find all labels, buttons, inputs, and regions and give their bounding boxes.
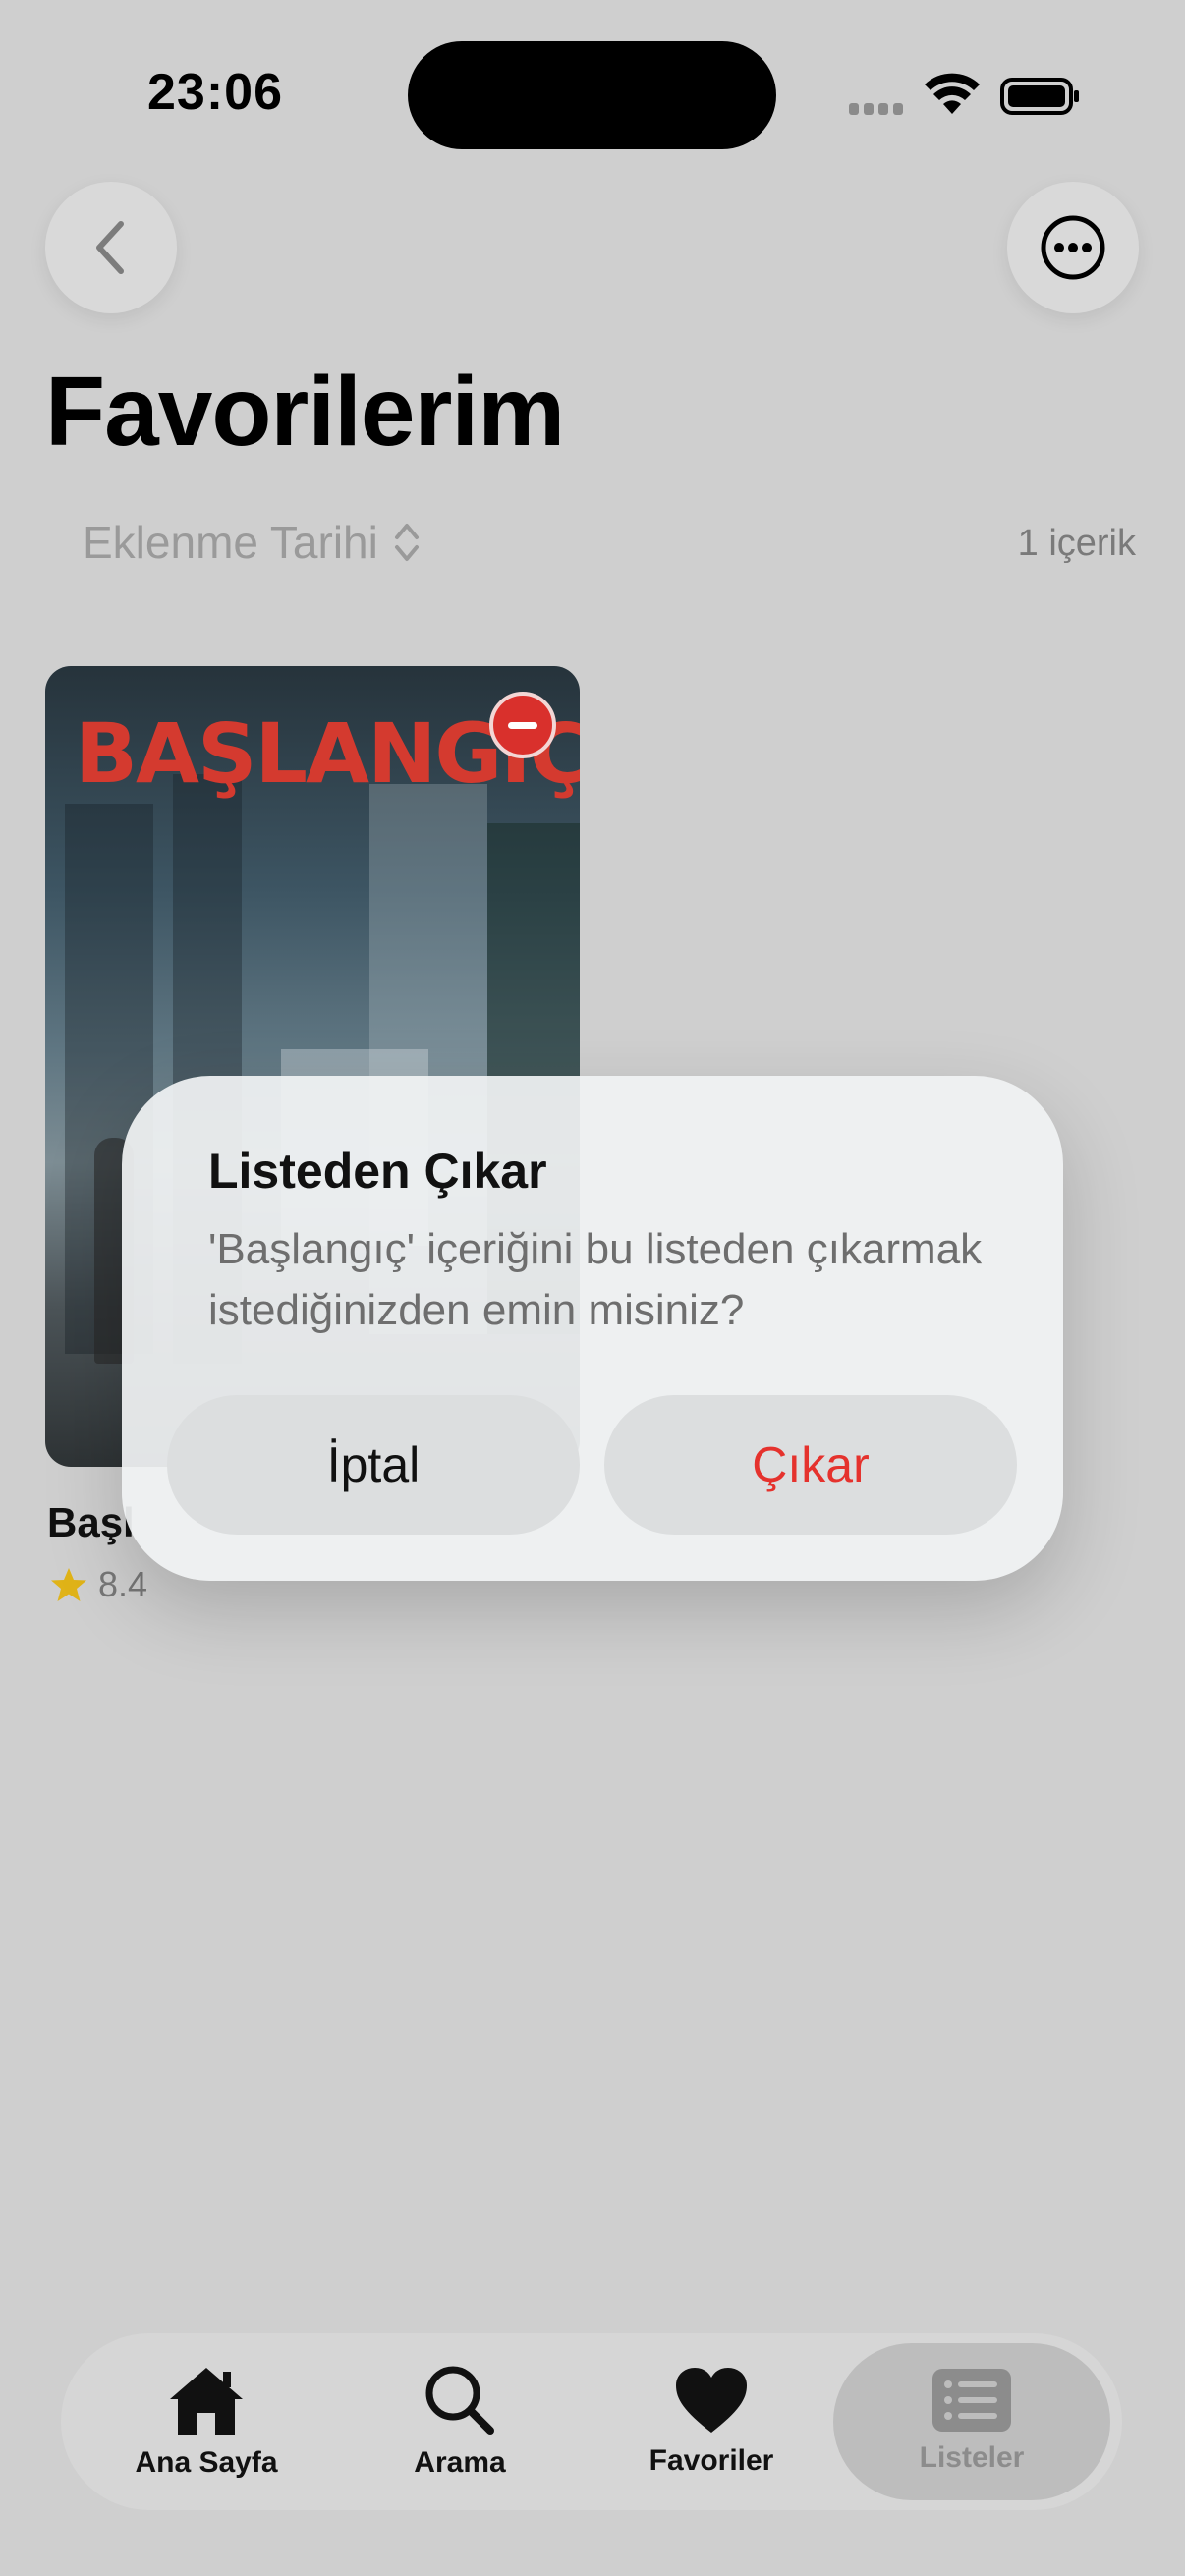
confirm-dialog: Listeden Çıkar 'Başlangıç' içeriğini bu … — [122, 1076, 1063, 1581]
cancel-button[interactable]: İptal — [167, 1395, 580, 1535]
tab-lists[interactable]: Listeler — [833, 2343, 1110, 2500]
ellipsis-circle-icon — [1041, 215, 1105, 280]
tab-search[interactable]: Arama — [334, 2333, 586, 2510]
search-icon — [425, 2366, 494, 2435]
tab-label: Listeler — [919, 2441, 1025, 2474]
rating-value: 8.4 — [98, 1564, 148, 1604]
battery-icon — [1000, 78, 1079, 115]
page-title: Favorilerim — [45, 357, 565, 467]
dialog-message: 'Başlangıç' içeriğini bu listeden çıkarm… — [208, 1225, 983, 1334]
tab-label: Favoriler — [649, 2444, 774, 2477]
sort-selector[interactable]: Eklenme Tarihi — [83, 516, 422, 569]
heart-icon — [676, 2368, 747, 2433]
tab-home[interactable]: Ana Sayfa — [81, 2333, 332, 2510]
status-time: 23:06 — [147, 64, 283, 121]
back-button[interactable] — [45, 182, 177, 313]
item-count: 1 içerik — [1017, 523, 1136, 564]
star-icon — [51, 1568, 86, 1601]
tab-label: Arama — [414, 2446, 506, 2479]
card-title: Başl — [47, 1499, 135, 1545]
tab-bar: Ana Sayfa Arama Favoriler Listeler — [61, 2333, 1122, 2510]
chevron-left-icon — [96, 221, 124, 274]
remove-button[interactable] — [489, 692, 556, 758]
dynamic-island — [408, 41, 776, 149]
more-options-button[interactable] — [1007, 182, 1139, 313]
rating: 8.4 — [49, 1564, 147, 1605]
wifi-icon — [925, 73, 980, 114]
sort-label: Eklenme Tarihi — [83, 517, 378, 568]
remove-confirm-button[interactable]: Çıkar — [604, 1395, 1017, 1535]
minus-icon — [508, 721, 537, 729]
list-icon — [932, 2369, 1011, 2432]
dialog-title: Listeden Çıkar — [208, 1144, 547, 1199]
tab-favorites[interactable]: Favoriler — [586, 2333, 837, 2510]
home-icon — [170, 2368, 243, 2435]
cellular-signal-icon — [849, 102, 908, 116]
tab-label: Ana Sayfa — [135, 2446, 278, 2479]
chevron-up-down-icon — [394, 524, 419, 561]
